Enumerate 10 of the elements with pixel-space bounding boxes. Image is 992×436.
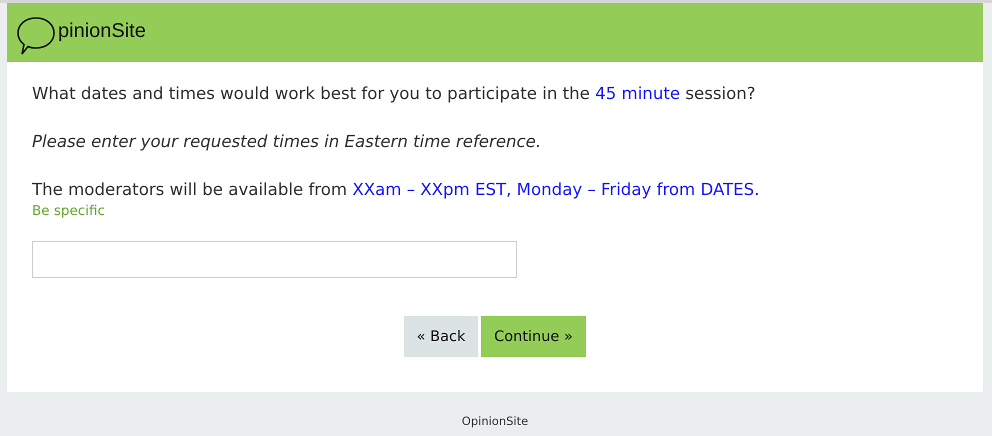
- hint-text: Be specific: [32, 203, 106, 219]
- question-text: What dates and times would work best for you to participate in the 45 minute session?: [32, 84, 757, 104]
- logo-text: pinionSite: [58, 20, 146, 43]
- footer-text: OpinionSite: [460, 413, 530, 428]
- speech-bubble-icon: [16, 16, 56, 58]
- continue-button[interactable]: Continue »: [481, 316, 586, 357]
- availability-text: The moderators will be available from XXam – XXpm EST, Monday – Friday from DATES.: [32, 180, 760, 200]
- instruction-text: Please enter your requested times in Eastern time reference.: [32, 132, 542, 152]
- back-button[interactable]: « Back: [404, 316, 478, 357]
- answer-field[interactable]: [32, 241, 517, 278]
